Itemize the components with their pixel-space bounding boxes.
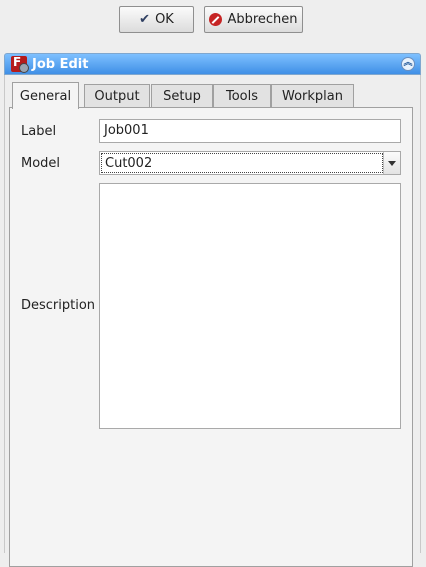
chevron-down-icon[interactable]	[383, 152, 400, 174]
tab-setup-label: Setup	[163, 89, 201, 104]
tab-setup[interactable]: Setup	[151, 84, 213, 108]
ok-button-label: OK	[155, 12, 174, 27]
collapse-icon[interactable]: ︽	[401, 57, 415, 71]
tab-tools[interactable]: Tools	[213, 84, 271, 108]
label-input[interactable]: Job001	[99, 119, 401, 143]
cancel-icon	[209, 13, 223, 26]
cancel-button-label: Abbrechen	[227, 12, 298, 27]
ok-button[interactable]: ✔ OK	[119, 6, 194, 33]
panel-header: Job Edit ︽	[4, 53, 421, 75]
model-caption: Model	[21, 156, 61, 171]
model-select-value: Cut002	[101, 153, 383, 173]
description-caption: Description	[21, 298, 96, 313]
tab-workplan-label: Workplan	[282, 89, 343, 104]
panel-title: Job Edit	[32, 56, 89, 72]
tab-general-label: General	[19, 88, 72, 104]
description-textarea[interactable]	[99, 183, 401, 429]
cancel-button[interactable]: Abbrechen	[204, 6, 303, 33]
label-caption: Label	[21, 124, 57, 139]
tab-tools-label: Tools	[225, 89, 259, 104]
tab-general[interactable]: General	[12, 82, 79, 109]
tab-output[interactable]: Output	[84, 84, 150, 108]
job-edit-icon	[11, 55, 29, 73]
check-icon: ✔	[139, 12, 151, 27]
model-select[interactable]: Cut002	[99, 151, 401, 175]
tab-workplan[interactable]: Workplan	[271, 84, 354, 108]
tab-output-label: Output	[94, 89, 140, 104]
